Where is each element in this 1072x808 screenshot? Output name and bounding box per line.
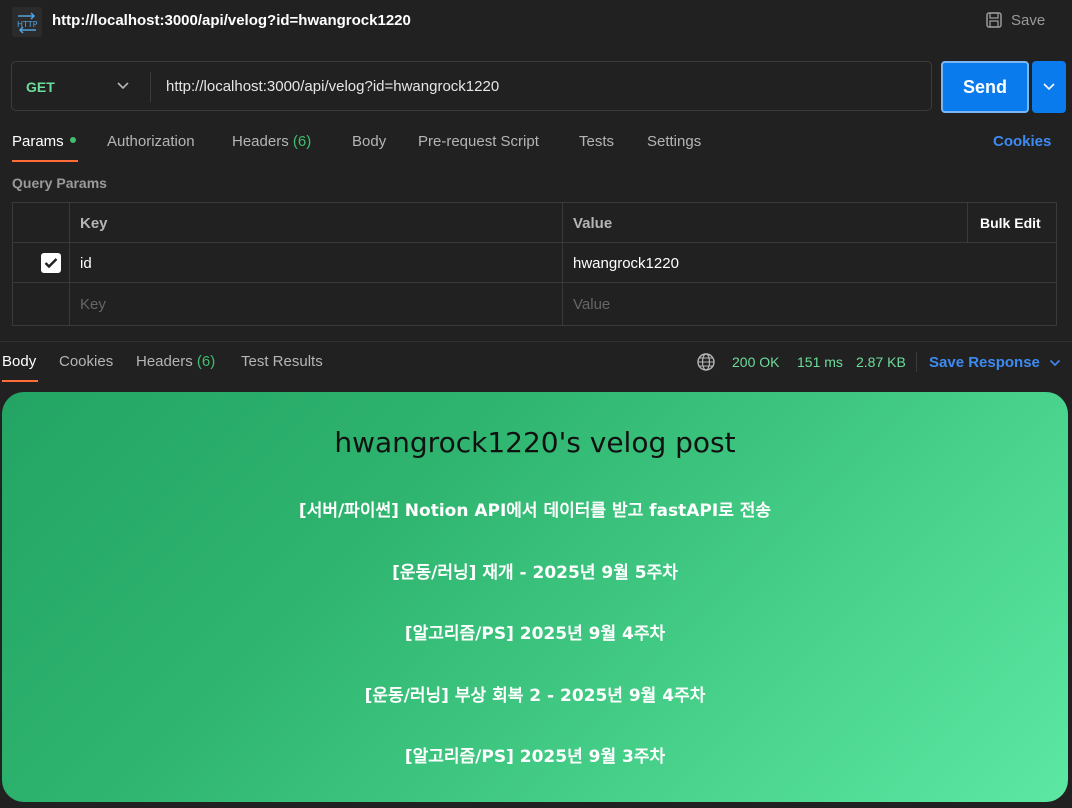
status-code[interactable]: 200 OK [732, 354, 779, 370]
chevron-down-icon [1043, 83, 1055, 91]
save-button[interactable]: Save [985, 11, 1045, 29]
query-params-title: Query Params [12, 175, 107, 191]
response-tab-cookies[interactable]: Cookies [59, 353, 113, 370]
response-tab-headers[interactable]: Headers (6) [136, 353, 215, 370]
tab-params-label: Params [12, 133, 64, 150]
url-divider [150, 72, 151, 102]
active-response-tab-underline [2, 380, 38, 382]
tab-authorization[interactable]: Authorization [107, 133, 195, 150]
status-divider [916, 352, 917, 372]
new-param-key-field[interactable]: Key [70, 284, 562, 324]
post-item[interactable]: [운동/러닝] 재개 - 2025년 9월 5주차 [2, 558, 1068, 583]
chevron-down-icon [1049, 359, 1060, 366]
request-url-bar: GET http://localhost:3000/api/velog?id=h… [11, 61, 932, 111]
table-row: id hwangrock1220 [13, 243, 1056, 283]
tab-body[interactable]: Body [352, 133, 386, 150]
title-bar: HTTP http://localhost:3000/api/velog?id=… [0, 0, 1072, 44]
save-response-label: Save Response [929, 354, 1040, 371]
post-item[interactable]: [운동/러닝] 부상 회복 2 - 2025년 9월 4주차 [2, 681, 1068, 706]
param-key-field[interactable]: id [70, 243, 562, 283]
svg-text:HTTP: HTTP [17, 20, 38, 29]
method-select[interactable]: GET [26, 79, 55, 95]
query-params-table: Key Value Bulk Edit id hwangrock1220 Key… [12, 202, 1057, 326]
url-input[interactable]: http://localhost:3000/api/velog?id=hwang… [166, 78, 499, 95]
save-icon [986, 12, 1002, 28]
tab-tests[interactable]: Tests [579, 133, 614, 150]
save-response-button[interactable]: Save Response [929, 354, 1061, 371]
new-param-value-field[interactable]: Value [563, 284, 1056, 324]
tab-headers[interactable]: Headers (6) [232, 133, 311, 150]
send-options-button[interactable] [1032, 61, 1066, 113]
response-preview: hwangrock1220's velog post [서버/파이썬] Noti… [2, 392, 1068, 802]
cookies-link[interactable]: Cookies [993, 133, 1051, 150]
response-tab-body[interactable]: Body [2, 353, 36, 370]
response-time[interactable]: 151 ms [797, 354, 843, 370]
table-row-empty: Key Value [13, 284, 1056, 324]
post-item[interactable]: [서버/파이썬] Notion API에서 데이터를 받고 fastAPI로 전… [2, 496, 1068, 521]
table-header-row: Key Value Bulk Edit [13, 203, 1056, 243]
column-header-value: Value [573, 214, 613, 232]
tab-settings[interactable]: Settings [647, 133, 701, 150]
checkbox-checked-icon [41, 253, 61, 273]
response-headers-label: Headers [136, 353, 193, 370]
response-headers-count: (6) [196, 353, 216, 370]
headers-count: (6) [292, 133, 312, 150]
response-tab-test-results[interactable]: Test Results [241, 353, 323, 370]
params-active-dot [69, 137, 76, 144]
bulk-edit-button[interactable]: Bulk Edit [968, 203, 1056, 243]
tab-pre-request-script[interactable]: Pre-request Script [418, 133, 539, 150]
active-tab-underline [12, 160, 78, 162]
http-icon: HTTP [12, 7, 42, 37]
preview-title: hwangrock1220's velog post [334, 426, 736, 459]
globe-icon[interactable] [696, 352, 716, 372]
column-header-key: Key [80, 214, 108, 232]
post-item[interactable]: [알고리즘/PS] 2025년 9월 4주차 [2, 619, 1068, 644]
param-value-field[interactable]: hwangrock1220 [563, 243, 1056, 283]
param-enabled-checkbox[interactable] [41, 243, 69, 283]
tab-headers-label: Headers [232, 133, 289, 150]
request-title[interactable]: http://localhost:3000/api/velog?id=hwang… [52, 12, 411, 29]
send-button[interactable]: Send [941, 61, 1029, 113]
request-tabs: Params Authorization Headers (6) Body Pr… [12, 133, 1062, 163]
post-item[interactable]: [알고리즘/PS] 2025년 9월 3주차 [2, 742, 1068, 767]
response-size[interactable]: 2.87 KB [856, 354, 906, 370]
response-divider [0, 341, 1072, 342]
save-label: Save [1011, 11, 1046, 29]
tab-params[interactable]: Params [12, 133, 76, 150]
chevron-down-icon[interactable] [116, 81, 130, 91]
